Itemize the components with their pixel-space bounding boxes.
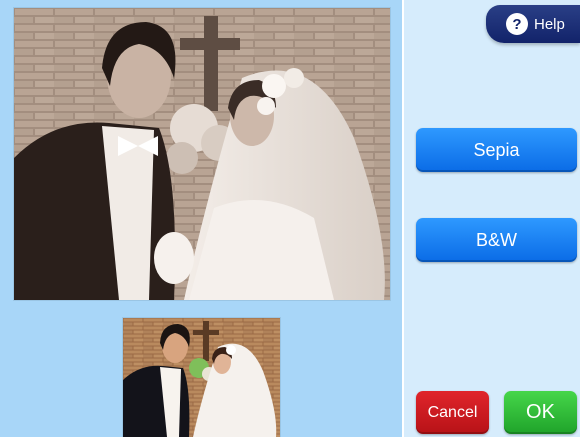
help-button[interactable]: ? Help xyxy=(486,5,580,43)
pane-divider xyxy=(402,0,404,437)
question-icon: ? xyxy=(506,13,528,35)
ok-button[interactable]: OK xyxy=(504,391,577,434)
sepia-button[interactable]: Sepia xyxy=(416,128,577,172)
original-thumbnail-photo[interactable] xyxy=(123,318,280,437)
cancel-button[interactable]: Cancel xyxy=(416,391,489,434)
help-label: Help xyxy=(534,15,565,33)
ok-button-label: OK xyxy=(526,401,555,423)
sepia-preview-photo xyxy=(14,8,390,300)
bw-button[interactable]: B&W xyxy=(416,218,577,262)
sepia-button-label: Sepia xyxy=(473,139,520,160)
bw-button-label: B&W xyxy=(475,229,517,250)
cancel-button-label: Cancel xyxy=(427,403,478,421)
